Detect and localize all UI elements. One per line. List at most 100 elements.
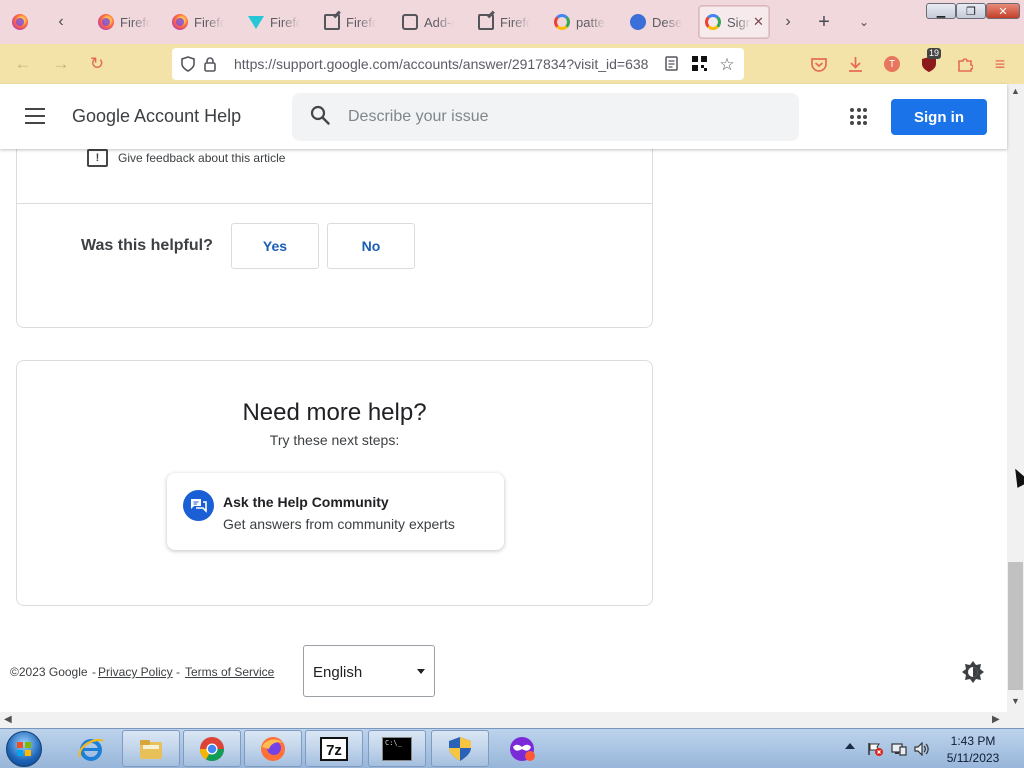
taskbar-7zip[interactable]: 7z (305, 730, 363, 767)
volume-speaker-icon[interactable] (914, 742, 930, 756)
main-menu-icon[interactable] (25, 108, 45, 124)
new-tab-icon[interactable]: + (813, 8, 835, 36)
tab-firefox-4[interactable]: Firefox (318, 5, 386, 39)
internet-explorer-icon (78, 738, 104, 761)
community-description: Get answers from community experts (223, 516, 455, 532)
taskbar-chrome[interactable] (183, 730, 241, 767)
scroll-down-arrow-icon[interactable]: ▼ (1011, 696, 1020, 706)
helpful-yes-button[interactable]: Yes (231, 223, 319, 269)
give-feedback-link[interactable]: ! Give feedback about this article (87, 149, 285, 167)
ask-help-community-card[interactable]: Ask the Help Community Get answers from … (167, 473, 504, 550)
close-window-button[interactable]: ✕ (986, 3, 1020, 19)
helpful-no-button[interactable]: No (327, 223, 415, 269)
account-initial: T (884, 56, 900, 72)
downloads-icon[interactable] (844, 54, 866, 74)
tab-firefox-3[interactable]: Firefox (242, 5, 310, 39)
was-this-helpful-label: Was this helpful? (81, 237, 213, 254)
search-input[interactable] (348, 103, 778, 131)
language-selected-value: English (313, 664, 363, 681)
qr-code-icon[interactable] (688, 56, 710, 71)
navigation-toolbar: ← → ↻ https://support.google.com/account… (0, 44, 1024, 84)
tabs-scroll-right-icon[interactable]: › (778, 8, 798, 36)
need-more-help-title: Need more help? (242, 399, 427, 426)
tab-add-ons[interactable]: Add-ons (396, 5, 464, 39)
firefox-icon (172, 14, 188, 30)
tab-firefox-2[interactable]: Firefox (166, 5, 234, 39)
svg-text:7z: 7z (326, 742, 342, 759)
tab-label: Firefox (500, 14, 530, 30)
back-arrow-icon[interactable]: ← (12, 54, 34, 74)
clock-date[interactable]: 5/11/2023 (935, 751, 1011, 765)
clock-time[interactable]: 1:43 PM (935, 734, 1011, 748)
list-tabs-chevron-down-icon[interactable]: ⌄ (854, 8, 874, 36)
community-forum-icon (183, 490, 214, 521)
tab-label: Firefox (194, 14, 224, 30)
page-content: ! Give feedback about this article Was t… (0, 149, 1007, 712)
horizontal-scrollbar[interactable]: ◀ ▶ (0, 712, 1007, 728)
terms-of-service-link[interactable]: Terms of Service (185, 665, 274, 679)
next-steps-subtitle: Try these next steps: (269, 432, 400, 448)
search-box[interactable] (292, 93, 799, 141)
chrome-icon (200, 736, 224, 761)
edit-icon (478, 14, 494, 30)
show-hidden-icons-chevron-up-icon[interactable] (845, 743, 855, 749)
tracking-shield-icon[interactable] (177, 56, 199, 72)
app-menu-icon[interactable]: ≡ (989, 54, 1011, 74)
url-text[interactable]: https://support.google.com/accounts/answ… (234, 56, 652, 72)
command-prompt-icon: C:\_ (382, 736, 412, 761)
tab-firefox-5[interactable]: Firefox (472, 5, 540, 39)
bookmark-star-icon[interactable]: ☆ (716, 55, 738, 75)
7zip-icon: 7z (320, 736, 348, 761)
scroll-up-arrow-icon[interactable]: ▲ (1011, 86, 1020, 96)
account-avatar[interactable]: T (881, 54, 903, 74)
folder-icon (140, 739, 162, 759)
google-apps-grid-icon[interactable] (850, 108, 867, 125)
pocket-icon[interactable] (808, 54, 830, 74)
restore-window-button[interactable]: ❐ (956, 3, 986, 19)
close-tab-icon[interactable]: ✕ (753, 14, 764, 30)
firefox-menu-icon[interactable] (10, 8, 30, 36)
lock-icon[interactable] (199, 56, 221, 72)
vertical-scrollbar-thumb[interactable] (1008, 562, 1023, 690)
taskbar-internet-explorer[interactable] (62, 730, 120, 767)
tab-label: Firefox (346, 14, 376, 30)
tab-sign-in-active[interactable]: Sign ✕ (698, 5, 770, 39)
tab-label: Firefox (120, 14, 150, 30)
start-button[interactable] (6, 731, 42, 767)
url-bar[interactable]: https://support.google.com/accounts/answ… (172, 48, 744, 80)
taskbar-command-prompt[interactable]: C:\_ (368, 730, 426, 767)
site-title[interactable]: Google Account Help (72, 106, 241, 127)
taskbar-firefox[interactable] (244, 730, 302, 767)
search-icon[interactable] (310, 105, 330, 125)
ublock-extension-icon[interactable]: 19 (918, 48, 942, 74)
taskbar-mask-app[interactable] (493, 730, 551, 767)
vertical-scrollbar[interactable]: ▲ ▼ (1007, 84, 1024, 712)
taskbar-security-shield[interactable] (431, 730, 489, 767)
scroll-left-arrow-icon[interactable]: ◀ (4, 714, 12, 725)
scroll-right-arrow-icon[interactable]: ▶ (992, 714, 1000, 725)
tabs-scroll-left-icon[interactable]: ‹ (50, 8, 72, 36)
extensions-puzzle-icon[interactable] (954, 54, 976, 74)
sign-in-button[interactable]: Sign in (891, 99, 987, 135)
mask-icon (630, 14, 646, 30)
forward-arrow-icon[interactable]: → (50, 54, 72, 74)
reload-icon[interactable]: ↻ (86, 54, 108, 74)
action-center-flag-icon[interactable] (867, 742, 883, 756)
reader-view-icon[interactable] (660, 56, 682, 71)
minimize-window-button[interactable]: ▁ (926, 3, 956, 19)
firefox-icon (261, 736, 285, 761)
dark-theme-toggle-icon[interactable] (962, 661, 984, 683)
tab-label: Add-ons (424, 14, 454, 30)
tab-pattern[interactable]: pattern (548, 5, 616, 39)
tab-firefox-1[interactable]: Firefox (92, 5, 160, 39)
privacy-policy-link[interactable]: Privacy Policy (98, 665, 173, 679)
puzzle-icon (402, 14, 418, 30)
taskbar-file-explorer[interactable] (122, 730, 180, 767)
network-icon[interactable] (891, 742, 907, 756)
language-select[interactable]: English (303, 645, 435, 697)
browser-tab-strip: ‹ Firefox Firefox Firefox Firefox Add-on… (0, 0, 1024, 44)
page-footer: ©2023 Google - Privacy Policy - Terms of… (10, 645, 650, 699)
windows-taskbar: 7z C:\_ 1:43 PM 5/11/2023 (0, 728, 1024, 768)
tab-deset[interactable]: Deset (624, 5, 692, 39)
help-center-header: Google Account Help Sign in (0, 84, 1007, 149)
